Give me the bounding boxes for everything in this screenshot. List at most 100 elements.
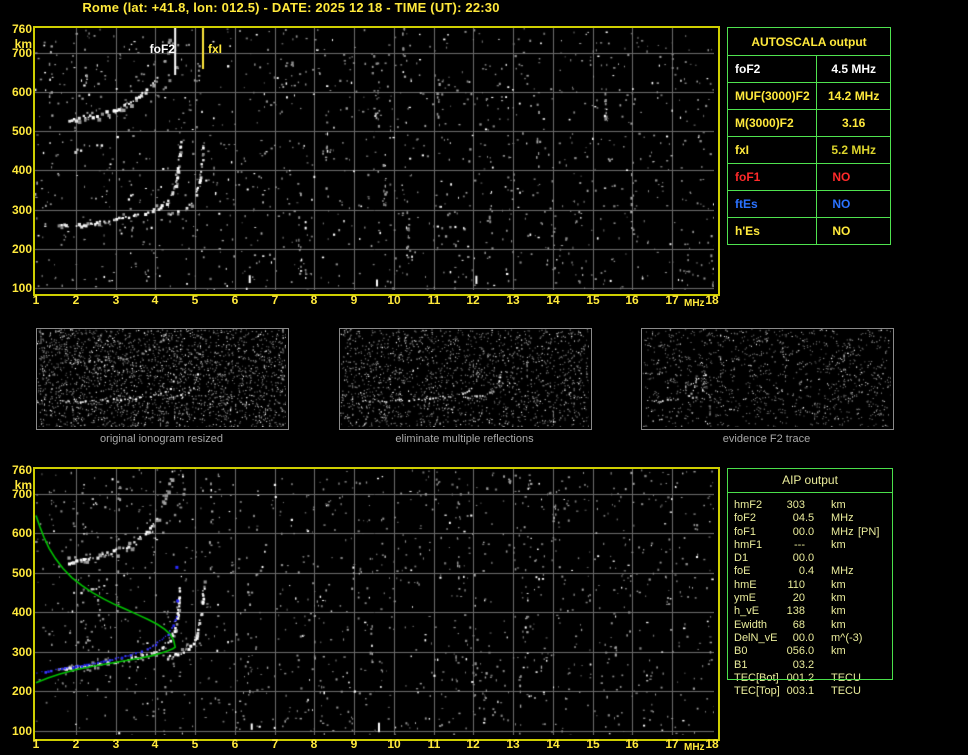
- x-tick-label: 16: [625, 737, 639, 751]
- x-tick-label: 1: [32, 293, 40, 307]
- y-tick-label: 600: [11, 85, 32, 99]
- ionogram-plot-top: foF2 fxI: [33, 26, 720, 296]
- value-cell: 5.2 MHz: [816, 136, 891, 164]
- x-tick-label: 10: [387, 737, 401, 751]
- aip-value-int: 03: [792, 658, 805, 671]
- x-tick-label: 5: [191, 293, 199, 307]
- fof2-marker-label: foF2: [149, 42, 175, 56]
- aip-row: D1 00.0: [727, 552, 893, 565]
- aip-row: foF2 04.5 MHz: [727, 512, 893, 525]
- x-tick-label: 5: [191, 737, 199, 751]
- aip-row: B0 056.0 km: [727, 645, 893, 658]
- aip-row: DelN_vE 00.0 m^(-3): [727, 632, 893, 645]
- y-tick-label: 100: [11, 281, 32, 295]
- aip-value-int: 303: [786, 499, 805, 511]
- thumbnail-evidence-f2: [641, 328, 894, 430]
- aip-row: foE 0.4 MHz: [727, 565, 893, 578]
- x-tick-label: 9: [350, 737, 358, 751]
- ionogram-canvas-top: [35, 28, 714, 290]
- aip-value-int: 68: [792, 618, 805, 631]
- y-tick-label: 600: [11, 526, 32, 540]
- aip-row: TEC[Bot] 001.2 TECU: [727, 672, 893, 685]
- y-tick-label: 200: [11, 684, 32, 698]
- y-tick-label: 200: [11, 242, 32, 256]
- x-tick-label: 14: [546, 293, 560, 307]
- aip-value-int: 056: [786, 645, 805, 658]
- x-tick-label: 15: [586, 293, 600, 307]
- x-tick-label: 11: [427, 737, 441, 751]
- aip-param: ymE: [734, 592, 756, 605]
- x-tick-label: 12: [466, 737, 480, 751]
- aip-param: foF2: [734, 512, 757, 525]
- x-tick-label: 1: [32, 737, 40, 751]
- aip-param: D1: [734, 552, 749, 565]
- aip-param: DelN_vE: [734, 631, 778, 644]
- aip-row: hmF2 303 km: [727, 499, 893, 512]
- aip-table: AIP output hmF2 303 km foF2 04.5 MHz foF1 00.0 M…: [727, 468, 893, 697]
- x-tick-label: 9: [350, 293, 358, 307]
- table-row: MUF(3000)F2 14.2 MHz: [726, 82, 891, 110]
- y-tick-label: 300: [11, 645, 32, 659]
- aip-unit: km: [831, 578, 846, 591]
- value-cell: NO: [816, 217, 891, 245]
- param-cell: foF2: [726, 55, 818, 83]
- aip-row: hmF1 --- km: [727, 539, 893, 552]
- aip-value-int: 00: [792, 552, 805, 565]
- aip-value-frac: .2: [805, 671, 815, 684]
- x-tick-label: 10: [387, 293, 401, 307]
- aip-header: AIP output: [782, 473, 838, 487]
- x-axis-unit: MHz: [684, 298, 705, 309]
- aip-unit: MHz: [831, 525, 854, 538]
- y-tick-label: 500: [11, 124, 32, 138]
- y-tick-label: 500: [11, 566, 32, 580]
- aip-param: TEC[Bot]: [734, 671, 779, 684]
- y-tick-label: 760: [11, 463, 32, 477]
- x-tick-label: 17: [665, 293, 679, 307]
- aip-row: hmE 110 km: [727, 579, 893, 592]
- fxi-marker-label: fxI: [208, 42, 223, 56]
- x-tick-label: 16: [625, 293, 639, 307]
- x-tick-label: 8: [310, 293, 318, 307]
- aip-unit: km: [831, 592, 846, 605]
- thumbnail-canvas-evidence: [642, 329, 891, 427]
- aip-value-int: 00: [792, 525, 805, 538]
- aip-unit: km: [831, 538, 846, 551]
- ionogram-plot-bottom: [33, 467, 720, 741]
- value-cell: 4.5 MHz: [816, 55, 891, 83]
- aip-param: B1: [734, 658, 748, 671]
- aip-unit: km: [831, 605, 846, 618]
- param-cell: ftEs: [726, 190, 818, 218]
- y-tick-label: 300: [11, 203, 32, 217]
- x-tick-label: 8: [310, 737, 318, 751]
- x-tick-label: 7: [271, 293, 279, 307]
- x-tick-label: 17: [665, 737, 679, 751]
- param-cell: MUF(3000)F2: [726, 82, 818, 110]
- x-tick-label: 12: [466, 293, 480, 307]
- aip-value-frac: .2: [805, 658, 815, 671]
- param-cell: h'Es: [726, 217, 818, 245]
- thumbnail-canvas-original: [37, 329, 286, 427]
- aip-header-divider: [727, 492, 893, 493]
- autoscala-header: AUTOSCALA output: [727, 27, 891, 56]
- x-tick-label: 6: [231, 737, 239, 751]
- table-row: foF2 4.5 MHz: [726, 55, 891, 83]
- y-tick-label: 760: [11, 22, 32, 36]
- x-tick-label: 13: [506, 293, 520, 307]
- thumbnail-original-ionogram: [36, 328, 289, 430]
- aip-unit: TECU: [831, 671, 861, 684]
- x-axis-unit: MHz: [684, 742, 705, 753]
- param-cell: M(3000)F2: [726, 109, 818, 137]
- aip-unit: MHz: [831, 512, 854, 525]
- aip-param: hmF2: [734, 499, 763, 511]
- value-cell: 14.2 MHz: [816, 82, 891, 110]
- aip-row: foF1 00.0 MHz [PN]: [727, 526, 893, 539]
- y-axis-unit: km: [14, 478, 32, 492]
- aip-extra: [PN]: [858, 525, 880, 538]
- aip-value-int: ---: [794, 538, 805, 551]
- table-row: ftEs NO: [726, 190, 891, 218]
- table-row: M(3000)F2 3.16: [726, 109, 891, 137]
- x-tick-label: 3: [112, 737, 120, 751]
- x-tick-label: 6: [231, 293, 239, 307]
- value-cell: NO: [816, 163, 891, 191]
- thumbnail-caption-original: original ionogram resized: [100, 433, 223, 445]
